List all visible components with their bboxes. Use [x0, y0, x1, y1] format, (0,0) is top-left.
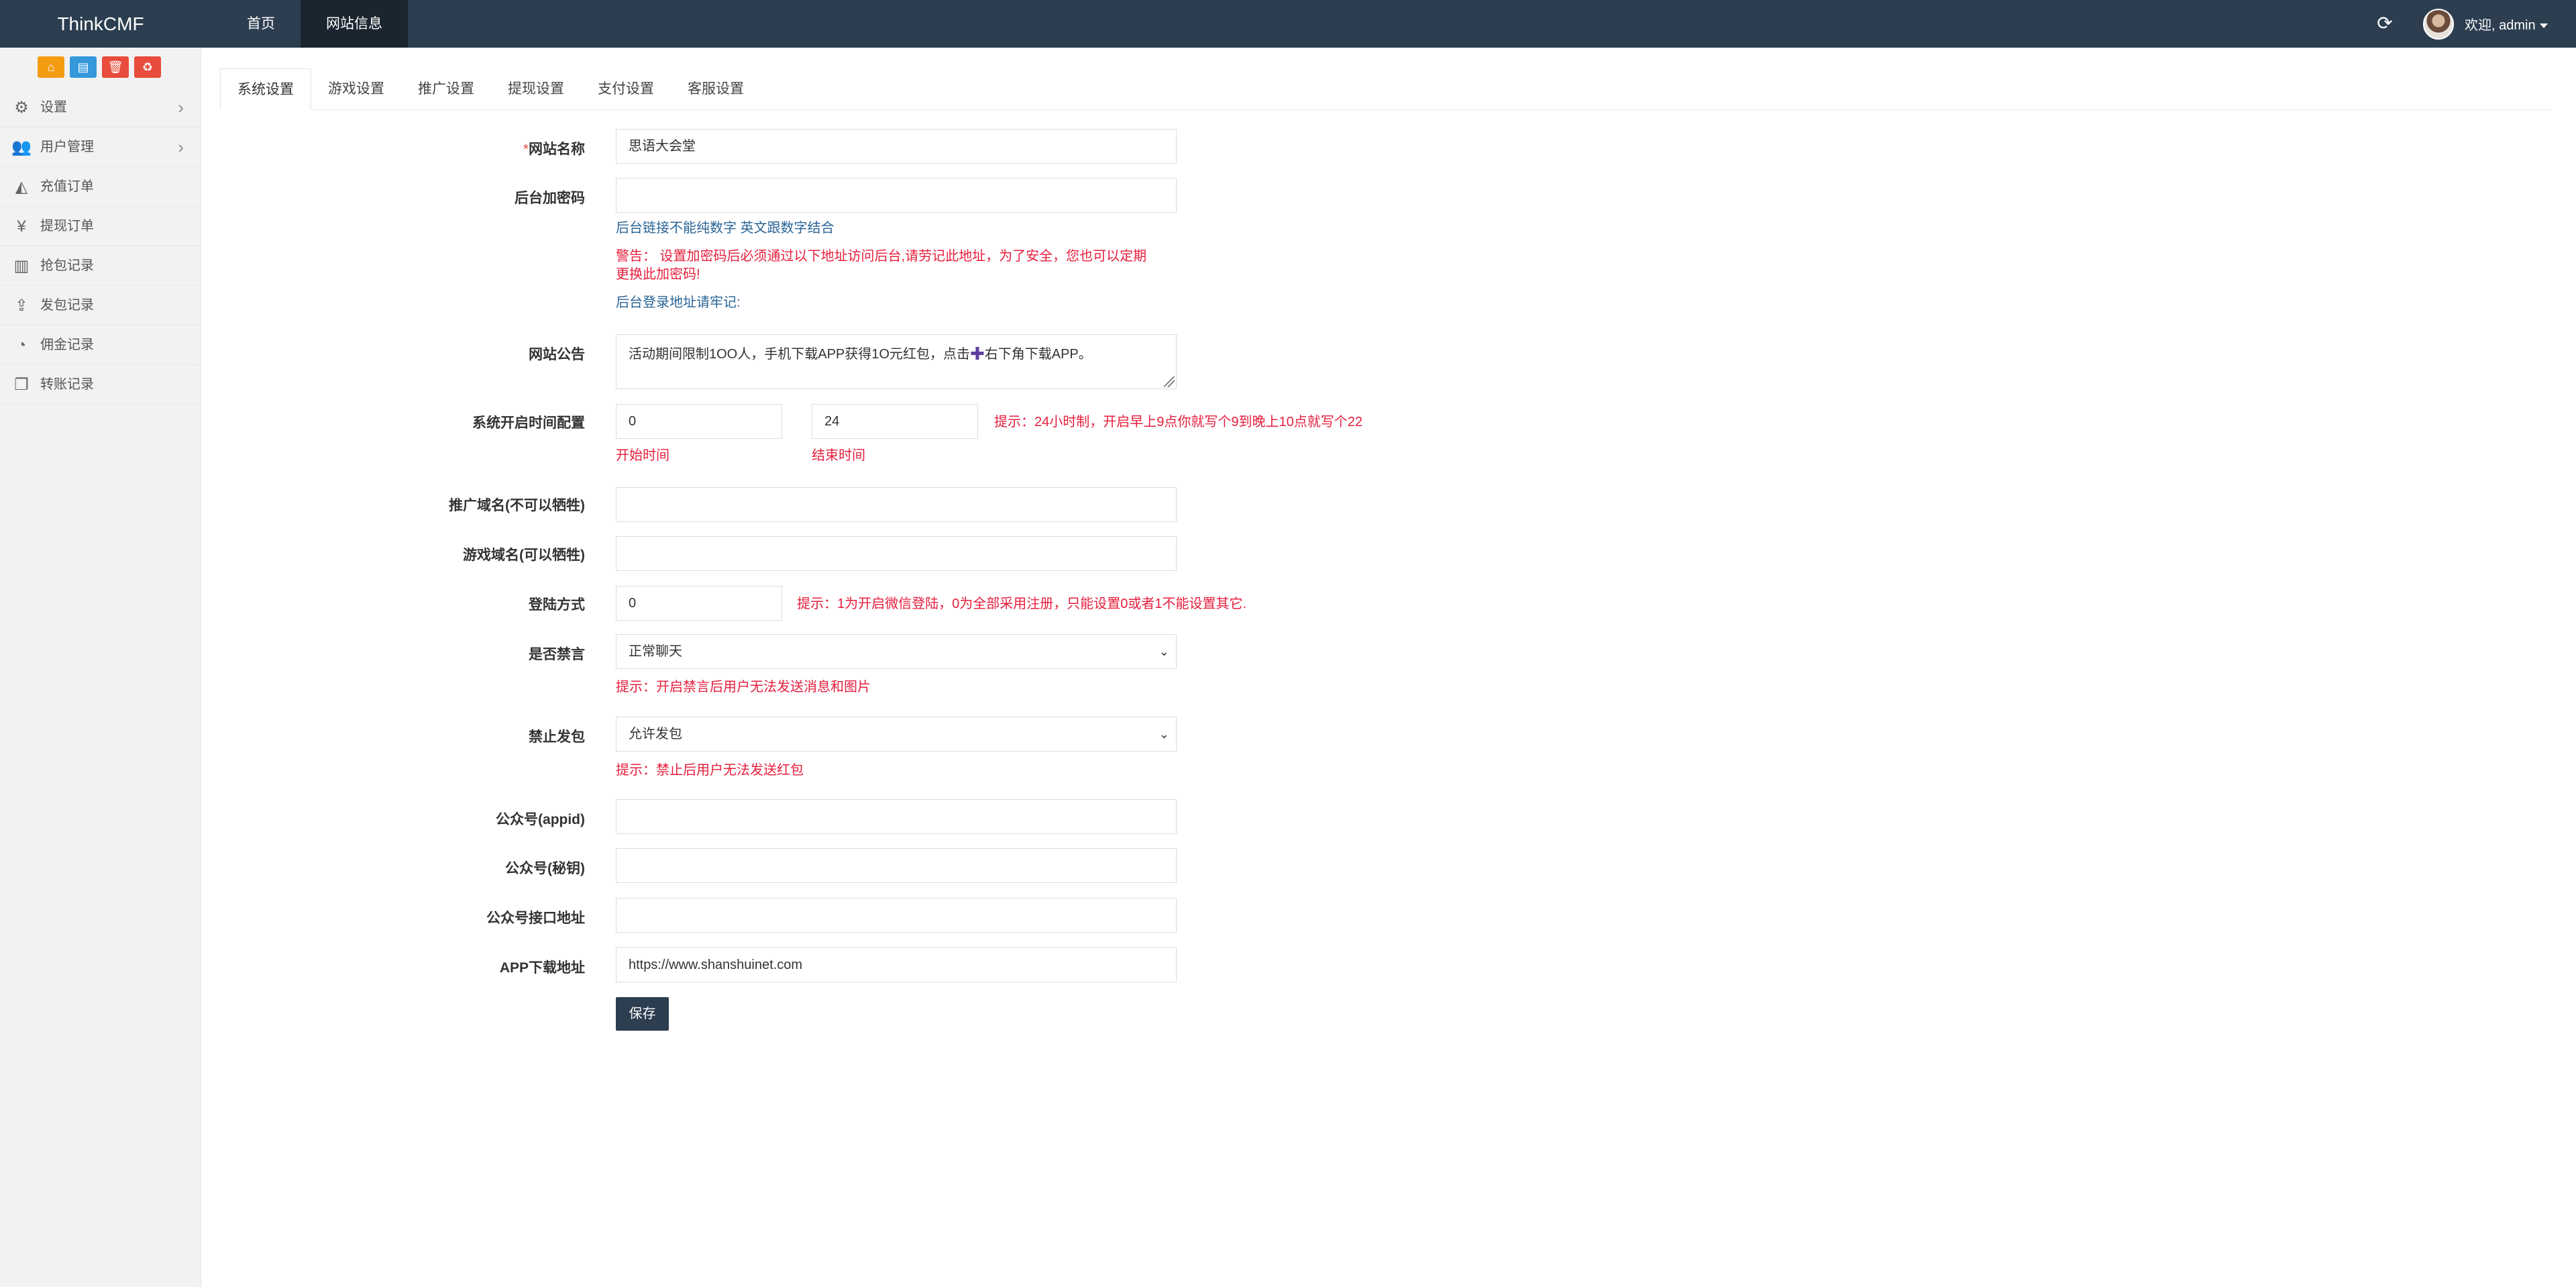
chevron-right-icon: › [178, 97, 184, 117]
mp-secret-label: 公众号(秘钥) [505, 861, 585, 876]
yen-icon: ¥ [17, 217, 26, 236]
promo-domain-label: 推广域名(不可以牺牲) [449, 498, 585, 513]
sidebar-item-grab-records[interactable]: ▥ 抢包记录 [0, 246, 201, 286]
game-domain-label: 游戏域名(可以牺牲) [463, 548, 585, 563]
user-menu[interactable]: 欢迎, admin [2465, 0, 2548, 48]
top-nav: 首页 网站信息 [221, 0, 408, 48]
ban-packet-select[interactable]: 允许发包 ⌄ [616, 717, 1177, 752]
mp-appid-label: 公众号(appid) [496, 812, 585, 827]
mute-label: 是否禁言 [529, 647, 585, 662]
mp-api-label: 公众号接口地址 [486, 911, 585, 926]
admin-password-warning-2: 更换此加密码! [616, 267, 700, 282]
nav-site-info[interactable]: 网站信息 [301, 0, 408, 48]
top-navbar: ThinkCMF 首页 网站信息 ⟳ 欢迎, admin [0, 0, 2576, 48]
tab-service-settings[interactable]: 客服设置 [671, 68, 761, 110]
sidebar-item-label: 抢包记录 [40, 258, 94, 273]
notice-textarea[interactable]: 活动期间限制1OO人，手机下载APP获得1O元红包，点击✚右下角下载APP。 [616, 334, 1177, 389]
settings-tabs: 系统设置 游戏设置 推广设置 提现设置 支付设置 客服设置 [220, 68, 2552, 110]
trash-icon[interactable]: 🗑 [102, 56, 129, 78]
start-time-caption: 开始时间 [616, 448, 669, 463]
area-chart-icon: ◭ [15, 178, 28, 196]
sidebar-item-label: 转账记录 [40, 377, 94, 392]
admin-password-warning-1: 警告： 设置加密码后必须通过以下地址访问后台,请劳记此地址，为了安全，您也可以定… [616, 249, 1147, 264]
notice-text-2: 右下角下载APP。 [984, 347, 1092, 362]
sidebar-item-users[interactable]: 👥 用户管理 › [0, 127, 201, 167]
sidebar-item-label: 设置 [40, 100, 67, 115]
pie-chart-icon: ◔ [16, 336, 27, 354]
open-time-label: 系统开启时间配置 [472, 415, 585, 431]
refresh-icon[interactable]: ⟳ [2375, 13, 2395, 34]
sidebar-item-send-records[interactable]: ⇪ 发包记录 [0, 286, 201, 325]
login-mode-input[interactable]: 0 [616, 586, 782, 621]
gear-icon: ⚙ [14, 99, 29, 117]
chevron-right-icon: › [178, 137, 184, 157]
bar-chart-icon: ▥ [13, 257, 30, 275]
login-mode-label: 登陆方式 [529, 597, 585, 613]
tab-promotion-settings[interactable]: 推广设置 [401, 68, 491, 110]
welcome-text: 欢迎, admin [2465, 18, 2536, 33]
ban-packet-label: 禁止发包 [529, 729, 585, 745]
sidebar-item-withdraw-orders[interactable]: ¥ 提现订单 [0, 207, 201, 246]
users-icon: 👥 [11, 138, 32, 156]
sidebar-item-label: 佣金记录 [40, 338, 94, 352]
mp-secret-input[interactable] [616, 848, 1177, 883]
sidebar-item-recharge-orders[interactable]: ◭ 充值订单 [0, 167, 201, 207]
tab-withdraw-settings[interactable]: 提现设置 [491, 68, 581, 110]
ban-packet-hint: 提示：禁止后用户无法发送红包 [616, 763, 804, 778]
caret-down-icon [2539, 23, 2548, 29]
end-time-caption: 结束时间 [812, 448, 865, 463]
sidebar-item-label: 提现订单 [40, 219, 94, 234]
ban-packet-selected-value: 允许发包 [629, 727, 682, 741]
mute-hint: 提示：开启禁言后用户无法发送消息和图片 [616, 680, 871, 694]
chevron-down-icon: ⌄ [1159, 727, 1169, 741]
mute-selected-value: 正常聊天 [629, 644, 682, 659]
chevron-down-icon: ⌄ [1159, 645, 1169, 658]
sidebar-item-label: 充值订单 [40, 179, 94, 194]
brand-logo[interactable]: ThinkCMF [0, 0, 201, 48]
sidebar-item-label: 发包记录 [40, 298, 94, 313]
admin-password-help: 后台链接不能纯数字 英文跟数字结合 [616, 221, 835, 236]
sidebar-item-settings[interactable]: ⚙ 设置 › [0, 88, 201, 127]
avatar[interactable] [2423, 9, 2454, 40]
sidebar-menu: ⚙ 设置 › 👥 用户管理 › ◭ 充值订单 ¥ 提现订单 ▥ 抢包记录 ⇪ 发包记录 ◔ 佣金记… [0, 88, 201, 405]
sidebar-item-transfer-records[interactable]: ❐ 转账记录 [0, 365, 201, 405]
app-url-input[interactable]: https://www.shanshuinet.com [616, 947, 1177, 982]
notice-text-1: 活动期间限制1OO人，手机下载APP获得1O元红包，点击 [629, 347, 970, 362]
shortcut-buttons: ⌂ ▤ 🗑 ♻ [38, 56, 161, 78]
plus-icon: ✚ [969, 344, 985, 364]
tab-game-settings[interactable]: 游戏设置 [311, 68, 401, 110]
sidebar: ⌂ ▤ 🗑 ♻ ⚙ 设置 › 👥 用户管理 › ◭ 充值订单 ¥ 提现订单 ▥ 抢包记录 ⇪ 发… [0, 48, 201, 1287]
admin-password-label: 后台加密码 [515, 191, 585, 206]
start-time-input[interactable]: 0 [616, 404, 782, 439]
home-icon[interactable]: ⌂ [38, 56, 64, 78]
clone-icon: ❐ [14, 376, 29, 394]
mute-select[interactable]: 正常聊天 ⌄ [616, 634, 1177, 669]
site-name-input[interactable]: 思语大会堂 [616, 129, 1177, 164]
site-name-label: *网站名称 [523, 142, 585, 157]
login-mode-hint: 提示：1为开启微信登陆，0为全部采用注册，只能设置0或者1不能设置其它. [797, 597, 1247, 611]
mp-appid-input[interactable] [616, 799, 1177, 834]
tab-payment-settings[interactable]: 支付设置 [581, 68, 671, 110]
file-icon[interactable]: ▤ [70, 56, 97, 78]
promo-domain-input[interactable] [616, 487, 1177, 522]
site-name-label-text: 网站名称 [529, 142, 585, 157]
admin-login-url-help: 后台登录地址请牢记: [616, 295, 741, 310]
mp-api-input[interactable] [616, 898, 1177, 933]
end-time-input[interactable]: 24 [812, 404, 978, 439]
save-button[interactable]: 保存 [616, 997, 669, 1031]
admin-password-input[interactable] [616, 178, 1177, 213]
sidebar-item-commission-records[interactable]: ◔ 佣金记录 [0, 325, 201, 365]
recycle-icon[interactable]: ♻ [134, 56, 161, 78]
sidebar-item-label: 用户管理 [40, 140, 94, 154]
upload-icon: ⇪ [14, 297, 29, 315]
open-time-hint: 提示：24小时制，开启早上9点你就写个9到晚上10点就写个22 [994, 415, 1362, 429]
nav-home[interactable]: 首页 [221, 0, 301, 48]
tab-system-settings[interactable]: 系统设置 [220, 68, 311, 110]
game-domain-input[interactable] [616, 536, 1177, 571]
notice-label: 网站公告 [529, 347, 585, 362]
resize-handle[interactable] [1164, 376, 1175, 387]
app-url-label: APP下载地址 [499, 960, 585, 976]
